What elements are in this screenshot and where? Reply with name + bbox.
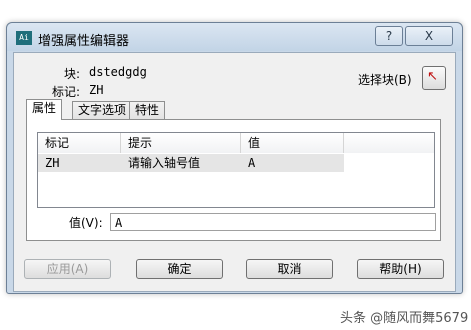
cancel-button[interactable]: 取消 [246,259,333,279]
window-title: 增强属性编辑器 [38,34,130,49]
table-row[interactable]: ZH 请输入轴号值 A [38,154,344,172]
row-value-cell: A [248,156,256,170]
row-tag-cell: ZH [45,156,60,170]
watermark-text: 头条 @随风而舞5679 [340,311,469,326]
title-bar[interactable]: Ai 增强属性编辑器 ? X [7,23,462,51]
title-help-button[interactable]: ? [375,26,403,46]
column-header-value[interactable]: 值 [241,133,344,153]
help-button[interactable]: 帮助(H) [357,259,444,279]
tag-label: 标记: [52,85,81,99]
apply-button[interactable]: 应用(A) [24,259,111,279]
autocad-app-icon: Ai [16,31,32,45]
select-block-button[interactable]: ↖ [422,66,446,90]
attribute-list[interactable]: 标记 提示 值 ZH 请输入轴号值 A [37,132,435,208]
tag-value: ZH [89,83,104,97]
close-button[interactable]: X [405,26,453,46]
ok-button[interactable]: 确定 [136,259,223,279]
tab-attributes[interactable]: 属性 [26,99,63,120]
block-label: 块: [64,67,81,81]
tab-properties[interactable]: 特性 [129,101,166,119]
tab-text-options[interactable]: 文字选项 [72,101,133,119]
row-prompt-cell: 请输入轴号值 [128,156,201,170]
block-name-value: dstedgdg [89,65,147,79]
select-block-label: 选择块(B) [358,73,412,87]
column-header-tag[interactable]: 标记 [38,133,121,153]
column-header-filler [344,133,434,153]
value-label: 值(V): [69,216,103,230]
value-input[interactable]: A [110,213,436,231]
column-header-prompt[interactable]: 提示 [121,133,241,153]
pick-cursor-icon: ↖ [427,69,438,84]
dialog-body: 块: dstedgdg 标记: ZH 选择块(B) ↖ 属性 文字选项 特性 标… [13,52,456,292]
